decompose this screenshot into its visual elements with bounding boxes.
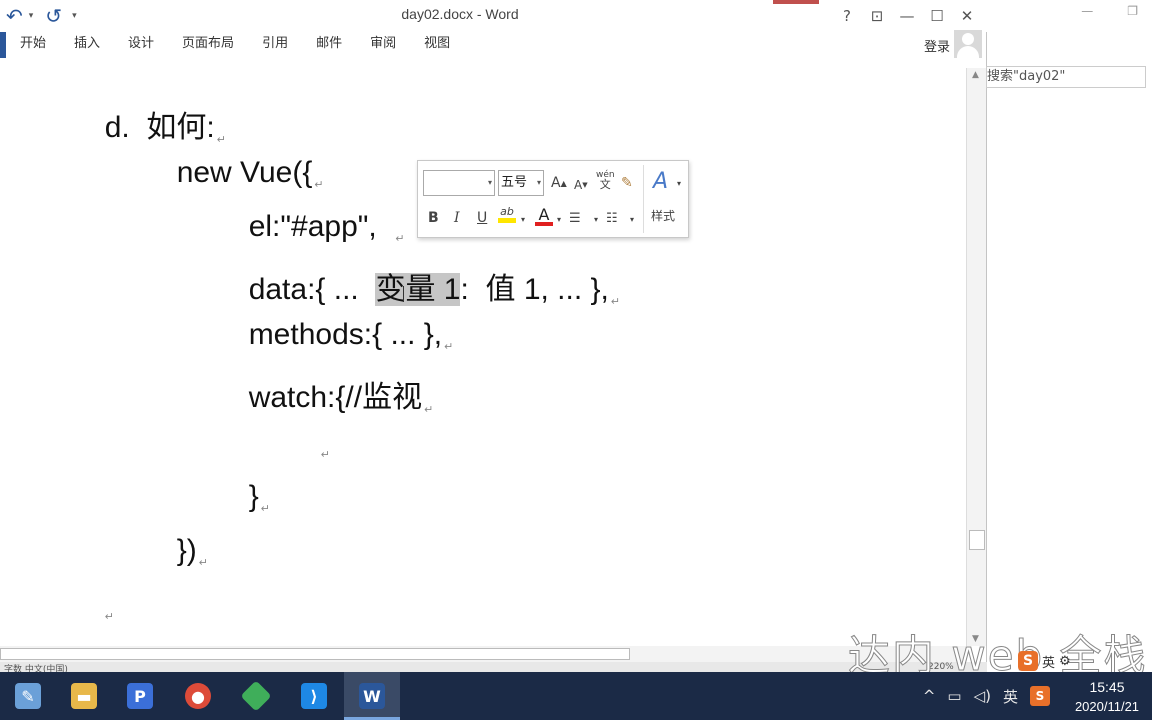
chevron-down-icon[interactable]: ▾ (537, 178, 541, 188)
pane-restore-button[interactable]: ❐ (1127, 4, 1138, 18)
word-window: ↶ ▾ ↺ ▾ day02.docx - Word ? ⊡ — ☐ ✕ 开始 插… (0, 0, 987, 672)
maximize-button[interactable]: ☐ (925, 4, 949, 28)
highlight-color-button[interactable]: ab (498, 205, 516, 231)
tab-review[interactable]: 审阅 (356, 32, 410, 58)
styles-label[interactable]: 样式 (651, 207, 675, 224)
help-button[interactable]: ? (835, 4, 859, 28)
chevron-down-icon[interactable]: ▾ (557, 208, 561, 230)
title-bar: ↶ ▾ ↺ ▾ day02.docx - Word ? ⊡ — ☐ ✕ (0, 0, 987, 32)
close-button[interactable]: ✕ (955, 4, 979, 28)
clock-time: 15:45 (1089, 678, 1125, 695)
numbering-icon[interactable]: ☷ (606, 207, 618, 229)
scroll-thumb[interactable] (969, 530, 985, 550)
system-tray: ^ ▭ ◁) 英 S 15:45 2020/11/21 (923, 672, 1152, 720)
network-icon[interactable]: ▭ (947, 687, 961, 705)
chevron-up-icon[interactable]: ^ (923, 687, 936, 705)
scroll-thumb[interactable] (0, 648, 630, 660)
chevron-down-icon[interactable]: ▾ (521, 208, 525, 230)
horizontal-scrollbar[interactable] (0, 646, 966, 662)
window-title: day02.docx - Word (401, 6, 519, 22)
shrink-font-button[interactable]: A ▼ (574, 174, 588, 196)
taskbar-app-green[interactable] (228, 672, 284, 720)
taskbar-app-chrome[interactable]: ● (170, 672, 226, 720)
clock-date: 2020/11/21 (1074, 698, 1140, 714)
ribbon-tab-bar: 开始 插入 设计 页面布局 引用 邮件 审阅 视图 (0, 32, 987, 58)
taskbar-app-p[interactable]: P (112, 672, 168, 720)
font-size-combobox[interactable]: 五号 ▾ (498, 170, 544, 196)
status-text: 字数 中文(中国) (4, 665, 68, 672)
word-icon: W (359, 683, 385, 709)
bullets-icon[interactable]: ☰ (569, 207, 581, 229)
pane-controls: — ❐ (1081, 4, 1138, 18)
vertical-scrollbar[interactable]: ▲ ▼ (966, 68, 986, 646)
window-controls: ? ⊡ — ☐ ✕ (835, 4, 979, 28)
p-app-icon: P (127, 683, 153, 709)
chevron-down-icon[interactable]: ▾ (594, 208, 598, 230)
grow-font-button[interactable]: A ▲ (551, 172, 567, 194)
phonetic-guide-button[interactable]: wén 文 (596, 170, 615, 196)
scroll-up-icon[interactable]: ▲ (972, 70, 979, 80)
underline-button[interactable]: U (477, 207, 487, 229)
chrome-icon: ● (185, 683, 211, 709)
navigation-pane: — ❐ 搜索"day02" (986, 0, 1152, 672)
volume-icon[interactable]: ◁) (974, 687, 991, 705)
italic-button[interactable]: I (454, 207, 460, 229)
chevron-down-icon[interactable]: ▾ (630, 208, 634, 230)
search-document-input[interactable]: 搜索"day02" (986, 66, 1146, 88)
bold-button[interactable]: B (428, 207, 439, 229)
doc-line: ↵ (104, 611, 114, 623)
font-name-combobox[interactable]: ▾ (423, 170, 495, 196)
vscode-icon: ⟩ (301, 683, 327, 709)
tab-design[interactable]: 设计 (114, 32, 168, 58)
taskbar-app-word[interactable]: W (344, 672, 400, 720)
styles-icon[interactable]: A (653, 169, 668, 194)
user-avatar-icon[interactable] (954, 30, 982, 58)
tab-layout[interactable]: 页面布局 (168, 32, 248, 58)
tab-insert[interactable]: 插入 (60, 32, 114, 58)
format-painter-icon[interactable]: ✎ (621, 172, 633, 194)
accent-tab-marker (773, 0, 819, 4)
sogou-ime-icon[interactable]: S (1018, 651, 1038, 671)
status-bar: 字数 中文(中国) 220% (0, 662, 987, 672)
pane-minimize-button[interactable]: — (1081, 4, 1093, 18)
minimize-button[interactable]: — (895, 4, 919, 28)
screen: ↶ ▾ ↺ ▾ day02.docx - Word ? ⊡ — ☐ ✕ 开始 插… (0, 0, 1152, 720)
document-canvas[interactable]: d. 如何: ↵ new Vue({↵ el:"#app", ↵ data:{ .… (0, 58, 966, 646)
input-language[interactable]: 英 (1003, 686, 1018, 707)
ime-settings-icon[interactable]: ⚙ (1059, 654, 1071, 669)
taskbar: ✎ ▬ P ● ⟩ W ^ ▭ ◁) 英 S 15:45 2020/11/21 (0, 672, 1152, 720)
sogou-tray-icon[interactable]: S (1030, 686, 1050, 706)
tab-mailings[interactable]: 邮件 (302, 32, 356, 58)
clock[interactable]: 15:45 2020/11/21 (1062, 679, 1152, 714)
paint-icon: ✎ (15, 683, 41, 709)
tab-view[interactable]: 视图 (410, 32, 464, 58)
chevron-down-icon[interactable]: ▾ (488, 178, 492, 187)
toolbar-separator (643, 165, 644, 233)
chevron-down-icon[interactable]: ▾ (677, 172, 681, 194)
taskbar-app-explorer[interactable]: ▬ (56, 672, 112, 720)
ime-toolbar: S 英 ⚙ (1018, 650, 1071, 672)
mini-toolbar: ▾ 五号▾ A▲ A▼ wén文 ✎ A ▾ B I U ab ▾ A (417, 160, 689, 238)
sign-in-link[interactable]: 登录 (924, 36, 950, 55)
folder-icon: ▬ (71, 683, 97, 709)
ribbon-display-options-icon[interactable]: ⊡ (865, 4, 889, 28)
tab-references[interactable]: 引用 (248, 32, 302, 58)
taskbar-app-vscode[interactable]: ⟩ (286, 672, 342, 720)
tab-home[interactable]: 开始 (6, 32, 60, 58)
text-cursor-icon (400, 286, 408, 302)
font-color-button[interactable]: A (535, 205, 553, 231)
taskbar-app-paint[interactable]: ✎ (0, 672, 56, 720)
diamond-app-icon (240, 680, 272, 712)
ime-mode[interactable]: 英 (1042, 652, 1055, 671)
doc-line: }) ↵ (176, 534, 208, 569)
